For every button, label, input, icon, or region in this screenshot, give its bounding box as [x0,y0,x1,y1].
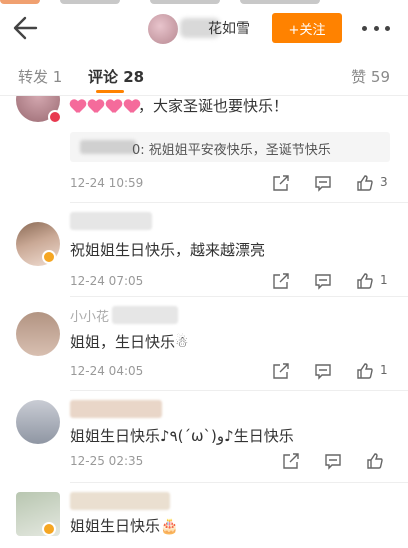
comment-text: 祝姐姐生日快乐，越来越漂亮 [70,241,266,259]
more-button[interactable] [362,16,390,40]
like-count: 1 [380,273,388,287]
comment-item: 小小花 姐姐，生日快乐☃ 12-24 04:05 1 [0,298,408,392]
heart-emojis [70,100,140,114]
share-icon [273,273,289,289]
thumbs-up-icon [357,363,373,379]
tab-likes[interactable]: 赞 59 [351,66,390,87]
comment-time: 12-25 02:35 [70,454,144,468]
commenter-avatar[interactable] [16,312,60,356]
back-button[interactable] [10,12,42,44]
comment-item: ，大家圣诞也要快乐！ 0: 祝姐姐平安夜快乐，圣诞节快乐 12-24 10:59… [0,96,408,198]
tab-active-indicator [96,90,124,93]
comment-item: 祝姐姐生日快乐，越来越漂亮 12-24 07:05 1 [0,204,408,298]
share-icon [273,363,289,379]
arrow-left-icon [13,16,38,40]
tab-comments[interactable]: 评论 28 [88,66,144,87]
author-avatar[interactable] [148,14,178,44]
comment-item: 姐姐生日快乐🎂 [0,484,408,548]
reply-button[interactable] [314,272,332,290]
follow-button[interactable]: +关注 [272,13,342,43]
share-button[interactable] [272,174,290,192]
commenter-avatar[interactable] [16,400,60,444]
share-button[interactable] [282,452,300,470]
commenter-name-blur[interactable] [70,212,152,230]
share-button[interactable] [272,272,290,290]
top-header: 花如雪 +关注 [0,6,408,52]
thumbs-up-icon [367,453,383,469]
like-count: 3 [380,175,388,189]
like-button[interactable] [356,174,374,192]
comment-icon [315,274,331,290]
author-name[interactable]: 花如雪 [208,18,250,38]
comment-time: 12-24 04:05 [70,364,144,378]
like-button[interactable] [356,362,374,380]
reply-button[interactable] [324,452,342,470]
like-button[interactable] [356,272,374,290]
divider [70,202,408,203]
comment-text: 姐姐生日快乐♪٩(´ω`)و♪生日快乐 [70,427,294,445]
verified-badge-icon [42,250,56,264]
divider [70,482,408,483]
tab-repost[interactable]: 转发 1 [18,66,62,87]
reply-button[interactable] [314,362,332,380]
heart-icon [88,100,104,114]
more-dots-icon [362,25,367,31]
heart-icon [106,100,122,114]
vip-badge-icon [48,110,62,124]
comment-icon [315,364,331,380]
thumbs-up-icon [357,175,373,191]
share-button[interactable] [272,362,290,380]
commenter-name[interactable]: 小小花 [70,306,109,325]
heart-icon [70,100,86,114]
divider [70,390,408,391]
divider [70,296,408,297]
share-icon [273,175,289,191]
comment-icon [315,176,331,192]
like-count: 1 [380,363,388,377]
commenter-name-blur [112,306,178,324]
comment-icon [325,454,341,470]
quoted-text: 0: 祝姐姐平安夜快乐，圣诞节快乐 [132,143,331,158]
quoted-name-blur [80,140,136,154]
tab-bar: 转发 1 评论 28 赞 59 [0,52,408,96]
commenter-name-blur[interactable] [70,492,170,510]
verified-badge-icon [42,522,56,536]
commenter-name-blur[interactable] [70,400,162,418]
quoted-reply[interactable]: 0: 祝姐姐平安夜快乐，圣诞节快乐 [70,132,390,162]
share-icon [283,453,299,469]
comment-time: 12-24 07:05 [70,274,144,288]
comment-text: 姐姐生日快乐🎂 [70,517,179,535]
reply-button[interactable] [314,174,332,192]
like-button[interactable] [366,452,384,470]
comment-time: 12-24 10:59 [70,176,144,190]
comment-list: ，大家圣诞也要快乐！ 0: 祝姐姐平安夜快乐，圣诞节快乐 12-24 10:59… [0,96,408,548]
comment-item: 姐姐生日快乐♪٩(´ω`)و♪生日快乐 12-25 02:35 [0,392,408,482]
comment-text: 姐姐，生日快乐☃ [70,333,189,351]
comment-text: ，大家圣诞也要快乐！ [138,97,289,115]
thumbs-up-icon [357,273,373,289]
